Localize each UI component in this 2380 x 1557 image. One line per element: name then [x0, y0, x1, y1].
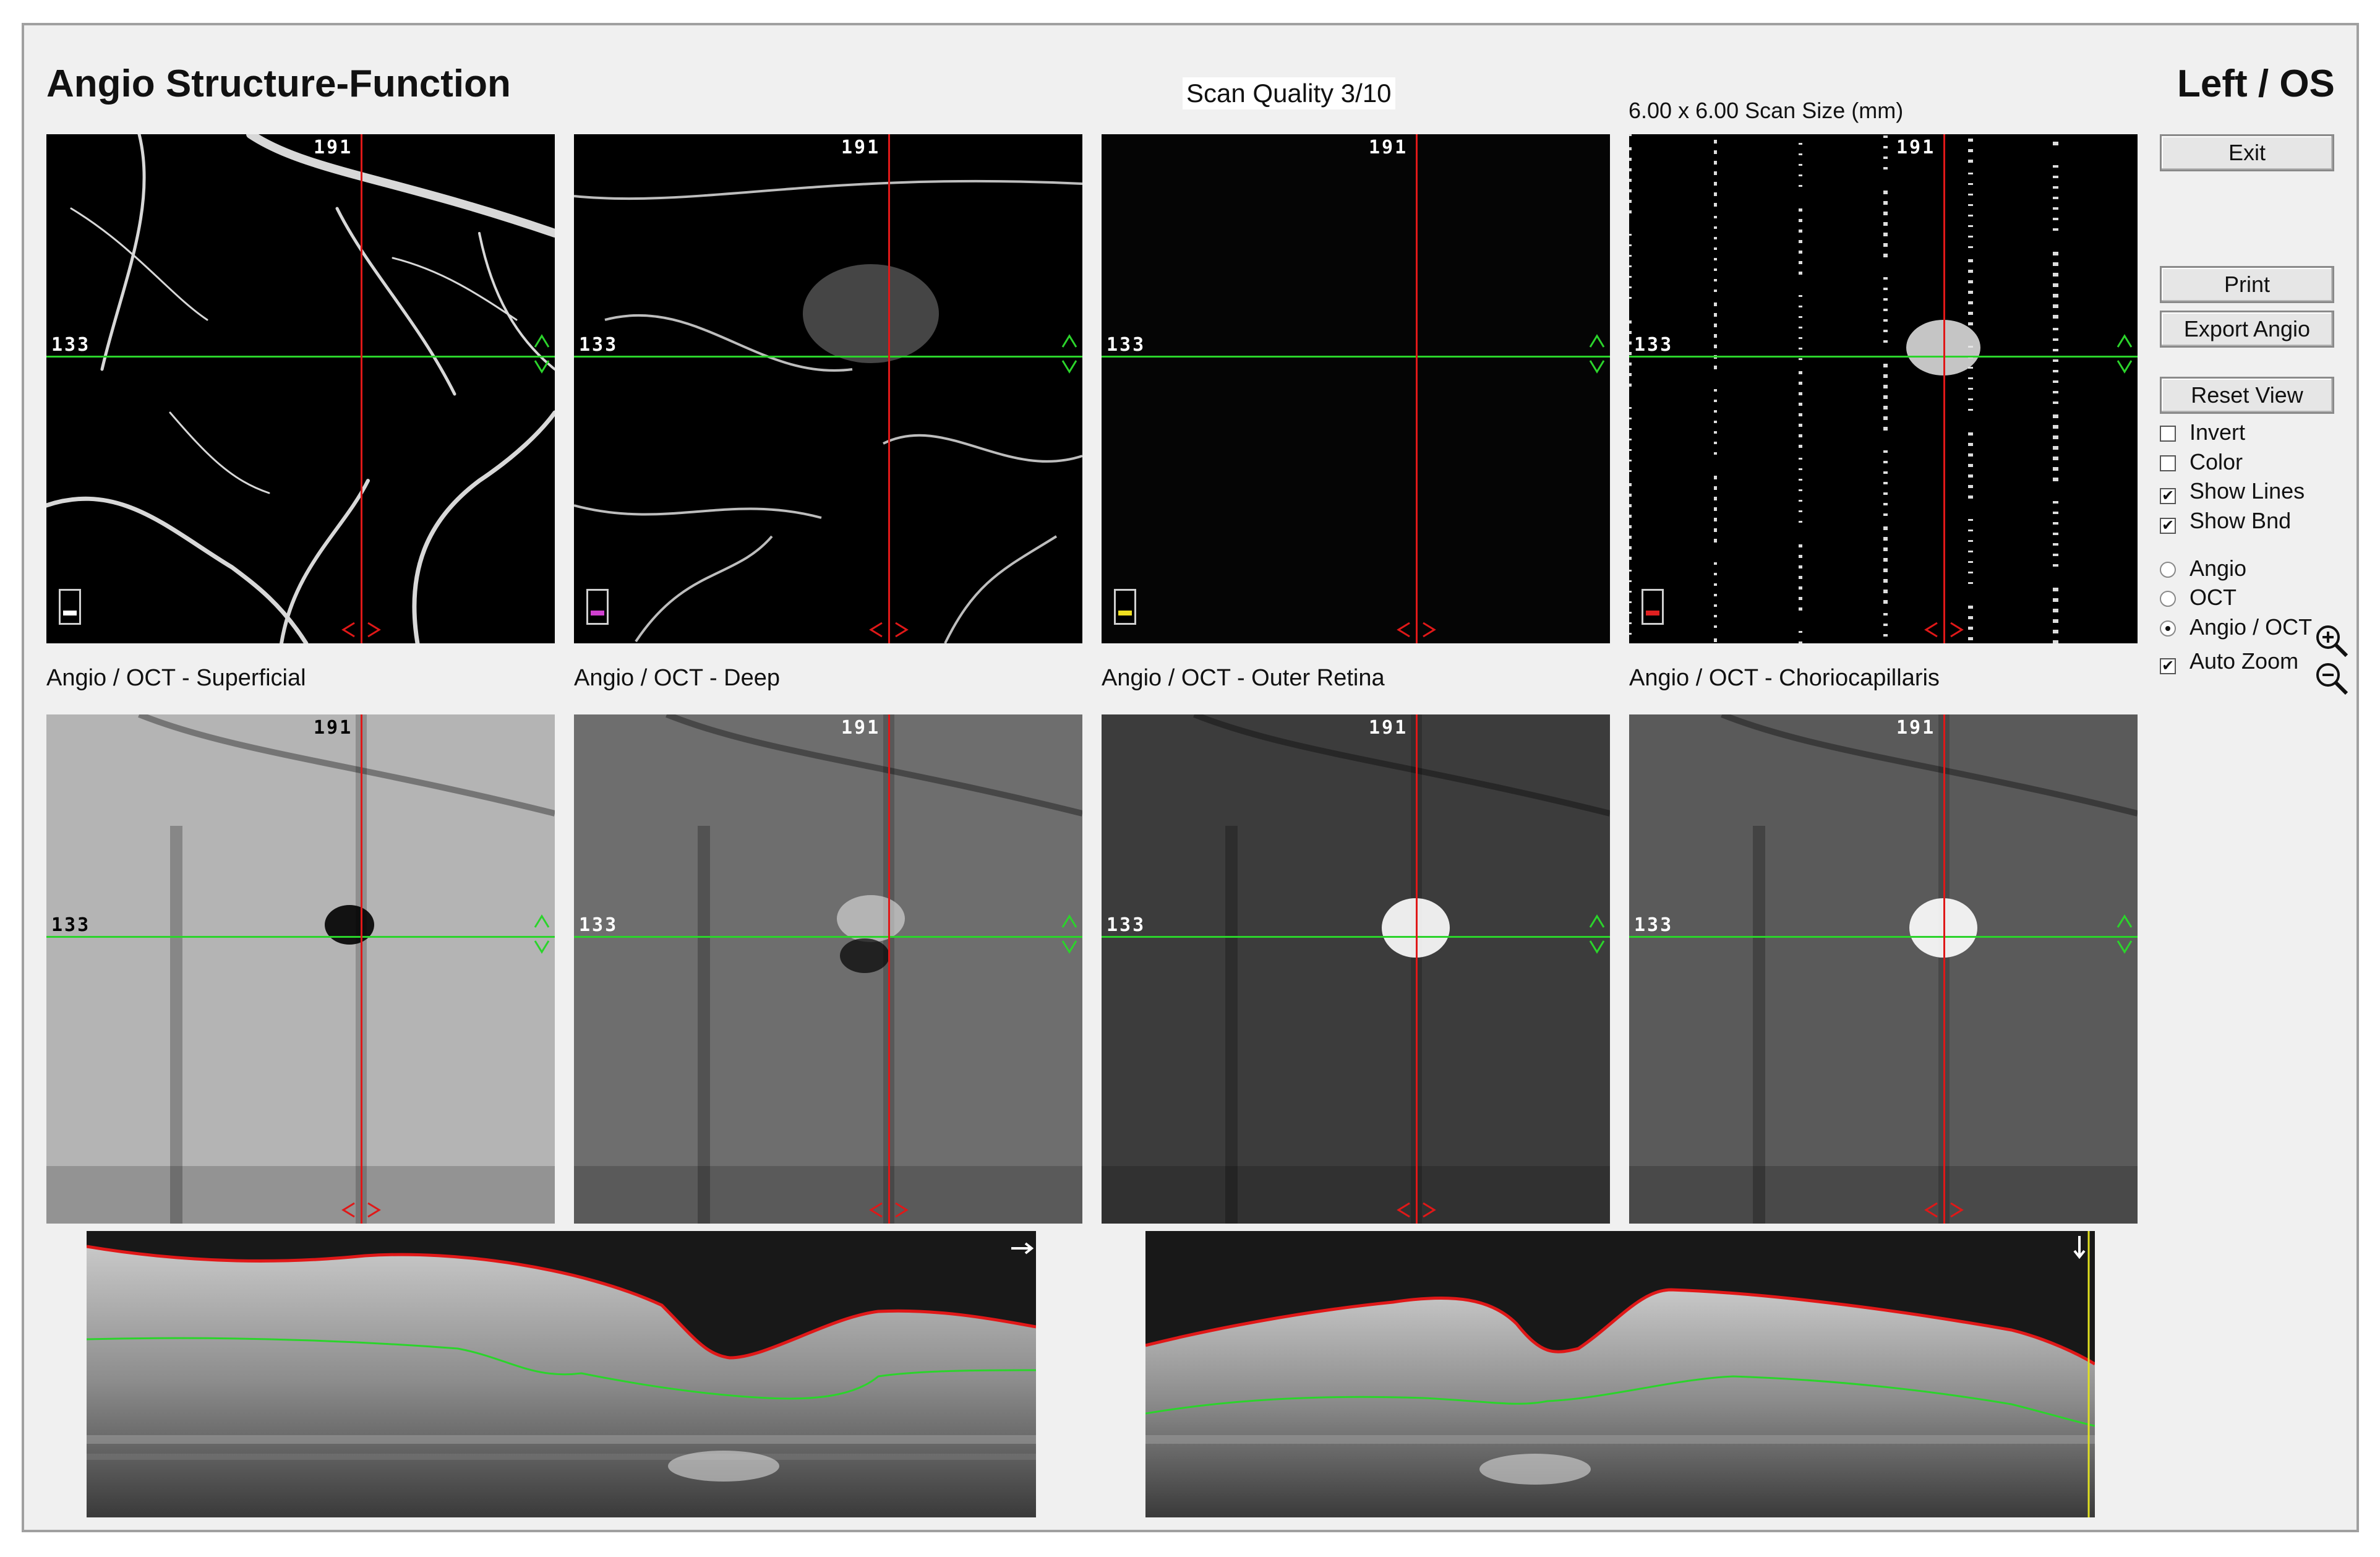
- eye-label: Left / OS: [2177, 62, 2335, 105]
- row-readout: 133: [579, 914, 619, 936]
- oct-panel-choriocapillaris[interactable]: 191 133: [1629, 714, 2138, 1224]
- left-right-arrows-icon[interactable]: [1395, 1201, 1438, 1219]
- row-readout: 133: [1107, 914, 1146, 936]
- crosshair-horizontal-line[interactable]: [1629, 936, 2138, 938]
- panel-label-choriocapillaris: Angio / OCT - Choriocapillaris: [1629, 665, 1940, 691]
- up-down-arrows-icon[interactable]: [2115, 912, 2134, 956]
- crosshair-horizontal-line[interactable]: [1102, 356, 1610, 358]
- crosshair-horizontal-line[interactable]: [574, 936, 1082, 938]
- check-icon[interactable]: ✔: [2160, 488, 2176, 504]
- left-right-arrows-icon[interactable]: [340, 1201, 383, 1219]
- left-right-arrows-icon[interactable]: [867, 1201, 910, 1219]
- crosshair-horizontal-line[interactable]: [1102, 936, 1610, 938]
- zoom-in-icon[interactable]: [2313, 622, 2350, 659]
- layer-color-swatch: [586, 589, 609, 625]
- radio-dot[interactable]: [2160, 620, 2176, 637]
- up-down-arrows-icon[interactable]: [533, 912, 551, 956]
- oct-panel-deep[interactable]: 191 133: [574, 714, 1082, 1224]
- radio-dot[interactable]: [2160, 562, 2176, 578]
- layer-color-swatch: [59, 589, 81, 625]
- layer-color-swatch: [1642, 589, 1664, 625]
- crosshair-vertical-line[interactable]: [361, 714, 362, 1224]
- oct-panel-outer-retina[interactable]: 191 133: [1102, 714, 1610, 1224]
- angio-panel-deep[interactable]: 191 133: [574, 134, 1082, 643]
- bscan-vertical[interactable]: [1145, 1231, 2095, 1517]
- row-readout: 133: [51, 334, 91, 356]
- col-readout: 191: [314, 717, 353, 739]
- crosshair-vertical-line[interactable]: [361, 134, 362, 643]
- show-bnd-checkbox[interactable]: ✔ Show Bnd: [2160, 508, 2291, 534]
- up-down-arrows-icon[interactable]: [533, 332, 551, 375]
- col-readout: 191: [1896, 137, 1936, 158]
- invert-checkbox[interactable]: Invert: [2160, 419, 2245, 445]
- zoom-out-icon[interactable]: [2313, 660, 2350, 697]
- export-angio-button[interactable]: Export Angio: [2160, 311, 2334, 348]
- crosshair-vertical-line[interactable]: [1416, 714, 1418, 1224]
- left-right-arrows-icon[interactable]: [340, 620, 383, 639]
- crosshair-vertical-line[interactable]: [1416, 134, 1418, 643]
- reset-view-button[interactable]: Reset View: [2160, 377, 2334, 414]
- radio-dot[interactable]: [2160, 591, 2176, 607]
- angio-panel-superficial[interactable]: 191 133: [46, 134, 555, 643]
- check-icon[interactable]: ✔: [2160, 658, 2176, 674]
- col-readout: 191: [1369, 137, 1408, 158]
- col-readout: 191: [841, 137, 881, 158]
- left-right-arrows-icon[interactable]: [1922, 1201, 1966, 1219]
- crosshair-vertical-line[interactable]: [888, 714, 890, 1224]
- crosshair-vertical-line[interactable]: [1943, 134, 1945, 643]
- page-title: Angio Structure-Function: [46, 62, 511, 105]
- color-checkbox[interactable]: Color: [2160, 449, 2243, 475]
- left-right-arrows-icon[interactable]: [1922, 620, 1966, 639]
- up-down-arrows-icon[interactable]: [1588, 332, 1606, 375]
- check-icon[interactable]: ✔: [2160, 518, 2176, 534]
- angio-panel-outer-retina[interactable]: 191 133: [1102, 134, 1610, 643]
- auto-zoom-checkbox[interactable]: ✔ Auto Zoom: [2160, 648, 2298, 674]
- row-readout: 133: [579, 334, 619, 356]
- row-readout: 133: [1107, 334, 1146, 356]
- print-button[interactable]: Print: [2160, 266, 2334, 303]
- panel-label-outer-retina: Angio / OCT - Outer Retina: [1102, 665, 1385, 691]
- up-down-arrows-icon[interactable]: [1060, 912, 1079, 956]
- up-down-arrows-icon[interactable]: [2115, 332, 2134, 375]
- crosshair-horizontal-line[interactable]: [46, 936, 555, 938]
- up-down-arrows-icon[interactable]: [1588, 912, 1606, 956]
- left-right-arrows-icon[interactable]: [867, 620, 910, 639]
- checkbox-box[interactable]: [2160, 426, 2176, 442]
- col-readout: 191: [1896, 717, 1936, 739]
- scan-quality-label: Scan Quality 3/10: [1183, 77, 1395, 109]
- bscan-horizontal[interactable]: [87, 1231, 1036, 1517]
- panel-label-deep: Angio / OCT - Deep: [574, 665, 781, 691]
- left-right-arrows-icon[interactable]: [1395, 620, 1438, 639]
- checkbox-box[interactable]: [2160, 455, 2176, 471]
- col-readout: 191: [314, 137, 353, 158]
- up-down-arrows-icon[interactable]: [1060, 332, 1079, 375]
- angio-oct-radio[interactable]: Angio / OCT: [2160, 614, 2312, 640]
- show-lines-checkbox[interactable]: ✔ Show Lines: [2160, 478, 2305, 504]
- angio-panel-choriocapillaris[interactable]: 191 133: [1629, 134, 2138, 643]
- row-readout: 133: [51, 914, 91, 936]
- crosshair-horizontal-line[interactable]: [1629, 356, 2138, 358]
- row-readout: 133: [1634, 334, 1674, 356]
- crosshair-horizontal-line[interactable]: [46, 356, 555, 358]
- layer-color-swatch: [1114, 589, 1136, 625]
- col-readout: 191: [1369, 717, 1408, 739]
- oct-panel-superficial[interactable]: 191 133: [46, 714, 555, 1224]
- angio-radio[interactable]: Angio: [2160, 555, 2246, 581]
- crosshair-horizontal-line[interactable]: [574, 356, 1082, 358]
- oct-radio[interactable]: OCT: [2160, 585, 2237, 611]
- crosshair-vertical-line[interactable]: [1943, 714, 1945, 1224]
- crosshair-vertical-line[interactable]: [888, 134, 890, 643]
- exit-button[interactable]: Exit: [2160, 134, 2334, 171]
- row-readout: 133: [1634, 914, 1674, 936]
- panel-label-superficial: Angio / OCT - Superficial: [46, 665, 306, 691]
- scan-size-label: 6.00 x 6.00 Scan Size (mm): [1629, 98, 1904, 123]
- col-readout: 191: [841, 717, 881, 739]
